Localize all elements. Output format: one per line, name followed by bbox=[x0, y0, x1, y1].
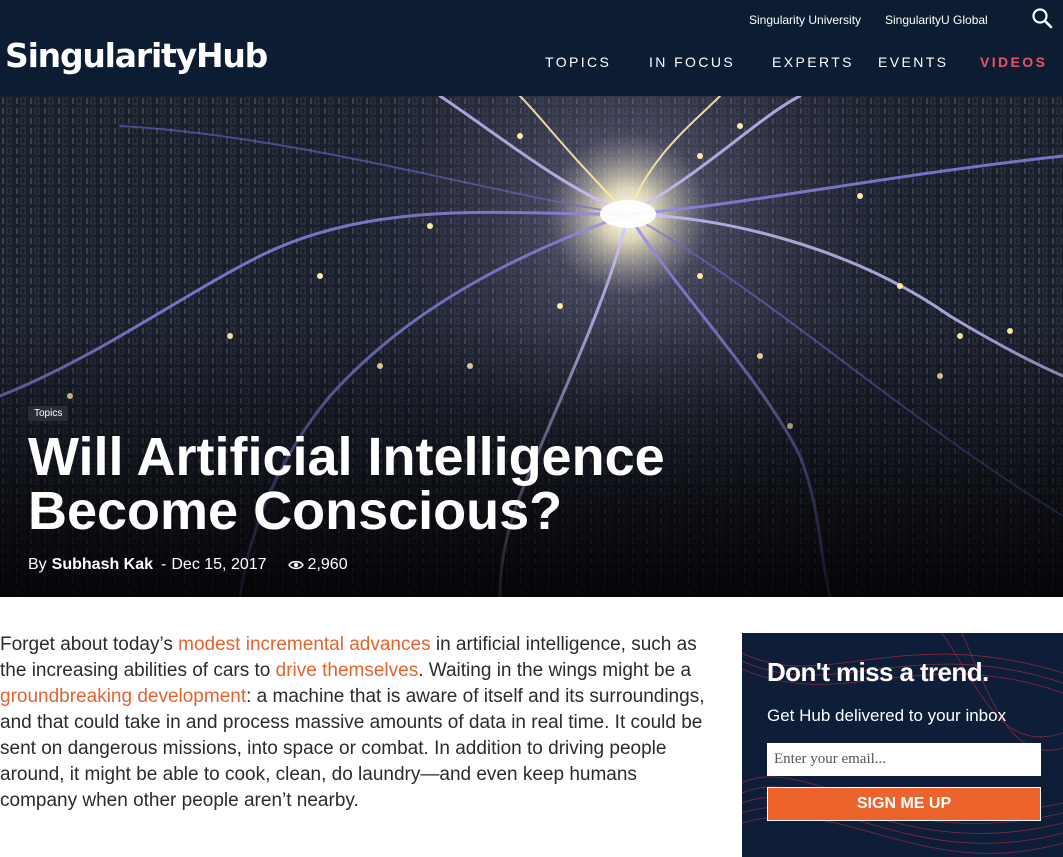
category-tag[interactable]: Topics bbox=[28, 406, 69, 421]
newsletter-subtitle: Get Hub delivered to your inbox bbox=[767, 706, 1007, 725]
meta-separator: - bbox=[161, 556, 167, 573]
article-link-groundbreaking[interactable]: groundbreaking development bbox=[0, 686, 246, 707]
nav-in-focus[interactable]: IN FOCUS bbox=[649, 54, 735, 70]
article-paragraph: Forget about today’s modest incremental … bbox=[0, 632, 705, 814]
article-title-line-1: Will Artificial Intelligence bbox=[28, 427, 665, 487]
nav-videos[interactable]: VIDEOS bbox=[980, 54, 1047, 70]
nav-topics[interactable]: TOPICS bbox=[545, 54, 611, 70]
site-logo[interactable]: SingularityHub bbox=[5, 36, 268, 75]
article-link-drive-themselves[interactable]: drive themselves bbox=[276, 660, 419, 681]
publish-date: Dec 15, 2017 bbox=[171, 556, 267, 573]
nav-experts[interactable]: EXPERTS bbox=[772, 54, 854, 70]
by-label: By bbox=[28, 556, 47, 573]
email-field[interactable] bbox=[767, 743, 1041, 776]
article-meta: By Subhash Kak - Dec 15, 2017 2,960 bbox=[28, 556, 348, 574]
nav-events[interactable]: EVENTS bbox=[878, 54, 948, 70]
sign-me-up-button[interactable]: SIGN ME UP bbox=[767, 787, 1041, 821]
article-link-modest-advances[interactable]: modest incremental advances bbox=[178, 634, 430, 655]
article-text: Forget about today’s bbox=[0, 634, 179, 655]
singularity-university-link[interactable]: Singularity University bbox=[749, 13, 861, 27]
newsletter-title: Don't miss a trend. bbox=[767, 657, 989, 687]
author-link[interactable]: Subhash Kak bbox=[52, 556, 153, 574]
view-count: 2,960 bbox=[307, 556, 348, 573]
article-title: Will Artificial Intelligence Become Cons… bbox=[28, 430, 828, 538]
article-title-line-2: Become Conscious? bbox=[28, 481, 563, 541]
newsletter-signup: Don't miss a trend. Get Hub delivered to… bbox=[742, 633, 1063, 857]
hero-banner: Topics Will Artificial Intelligence Beco… bbox=[0, 96, 1063, 597]
article-text: . Waiting in the wings might be a bbox=[418, 660, 692, 681]
search-icon[interactable] bbox=[1030, 6, 1056, 32]
singularityu-global-link[interactable]: SingularityU Global bbox=[885, 13, 988, 27]
eye-icon bbox=[287, 560, 304, 570]
site-header: SingularityHub Singularity University Si… bbox=[0, 0, 1063, 96]
